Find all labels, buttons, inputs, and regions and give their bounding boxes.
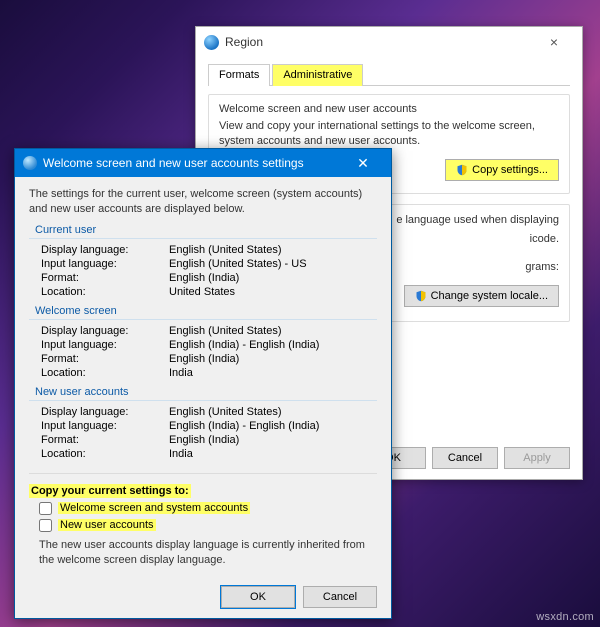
welcome-intro: The settings for the current user, welco…: [29, 187, 377, 218]
row-input-language: Input language:English (India) - English…: [29, 419, 377, 433]
change-system-locale-label: Change system locale...: [431, 290, 548, 302]
divider: [29, 238, 377, 239]
copy-note: The new user accounts display language i…: [39, 538, 377, 568]
welcome-settings-dialog: Welcome screen and new user accounts set…: [14, 148, 392, 619]
watermark: wsxdn.com: [536, 611, 594, 623]
divider: [29, 400, 377, 401]
close-icon[interactable]: ×: [534, 34, 574, 50]
change-system-locale-button[interactable]: Change system locale...: [404, 285, 559, 307]
chk-welcome-screen[interactable]: [39, 502, 52, 515]
row-format: Format:English (India): [29, 352, 377, 366]
row-display-language: Display language:English (United States): [29, 324, 377, 338]
chk-new-user-accounts[interactable]: [39, 519, 52, 532]
tab-formats[interactable]: Formats: [208, 64, 270, 86]
row-location: Location:India: [29, 447, 377, 461]
chk-new-user-label[interactable]: New user accounts: [58, 519, 156, 531]
chk-welcome-screen-row: Welcome screen and system accounts: [39, 502, 377, 515]
row-input-language: Input language:English (United States) -…: [29, 257, 377, 271]
row-location: Location:United States: [29, 285, 377, 299]
row-input-language: Input language:English (India) - English…: [29, 338, 377, 352]
welcome-group-title: Welcome screen and new user accounts: [219, 103, 559, 115]
shield-icon: [456, 164, 468, 176]
region-cancel-button[interactable]: Cancel: [432, 447, 498, 469]
section-welcome-screen: Welcome screen: [35, 305, 377, 317]
chk-welcome-screen-label[interactable]: Welcome screen and system accounts: [58, 502, 250, 514]
welcome-body: The settings for the current user, welco…: [15, 177, 391, 618]
copy-settings-title: Copy your current settings to:: [29, 484, 191, 498]
row-location: Location:India: [29, 366, 377, 380]
shield-icon: [415, 290, 427, 302]
globe-icon: [204, 35, 219, 50]
copy-settings-section: Copy your current settings to: Welcome s…: [29, 473, 377, 568]
welcome-group-desc: View and copy your international setting…: [219, 119, 559, 149]
row-format: Format:English (India): [29, 271, 377, 285]
region-tabs: Formats Administrative: [208, 63, 570, 86]
welcome-titlebar[interactable]: Welcome screen and new user accounts set…: [15, 149, 391, 177]
row-display-language: Display language:English (United States): [29, 243, 377, 257]
region-titlebar[interactable]: Region ×: [196, 27, 582, 57]
copy-settings-button[interactable]: Copy settings...: [445, 159, 559, 181]
divider: [29, 319, 377, 320]
section-new-user-accounts: New user accounts: [35, 386, 377, 398]
region-title-text: Region: [225, 35, 263, 49]
welcome-ok-button[interactable]: OK: [221, 586, 295, 608]
welcome-title-text: Welcome screen and new user accounts set…: [43, 156, 304, 170]
row-format: Format:English (India): [29, 433, 377, 447]
section-current-user: Current user: [35, 224, 377, 236]
copy-settings-label: Copy settings...: [472, 164, 548, 176]
region-apply-button[interactable]: Apply: [504, 447, 570, 469]
row-display-language: Display language:English (United States): [29, 405, 377, 419]
close-icon[interactable]: ✕: [343, 155, 383, 172]
welcome-cancel-button[interactable]: Cancel: [303, 586, 377, 608]
globe-icon: [23, 156, 37, 170]
welcome-bottom-buttons: OK Cancel: [221, 586, 377, 608]
tab-administrative[interactable]: Administrative: [272, 64, 363, 86]
chk-new-user-row: New user accounts: [39, 519, 377, 532]
